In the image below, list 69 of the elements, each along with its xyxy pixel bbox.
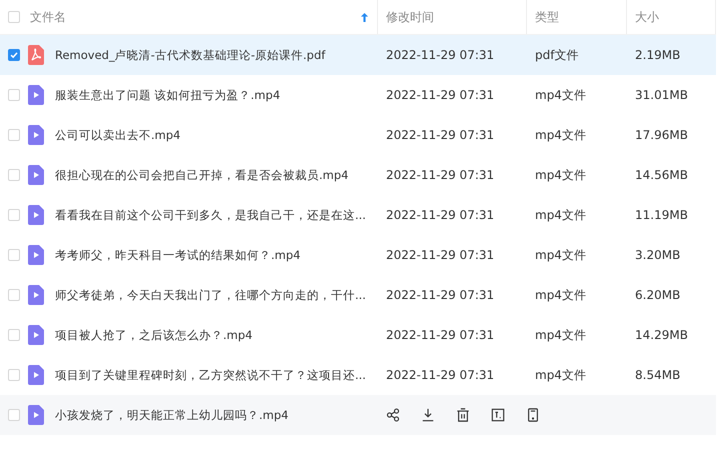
file-size: 14.29MB bbox=[635, 328, 688, 342]
file-type: mp4文件 bbox=[535, 368, 586, 382]
file-name[interactable]: 看看我在目前这个公司干到多久，是我自己干，还是在这... bbox=[55, 208, 366, 222]
row-checkbox[interactable] bbox=[8, 49, 20, 61]
modified-time: 2022-11-29 07:31 bbox=[386, 168, 494, 182]
share-icon[interactable] bbox=[386, 408, 400, 422]
file-name[interactable]: 很担心现在的公司会把自己开掉，看是否会被裁员.mp4 bbox=[55, 168, 348, 182]
modified-time: 2022-11-29 07:31 bbox=[386, 368, 494, 382]
video-file-icon bbox=[28, 125, 44, 145]
file-size: 6.20MB bbox=[635, 288, 680, 302]
delete-icon[interactable] bbox=[456, 408, 470, 422]
file-type: mp4文件 bbox=[535, 128, 586, 142]
file-type: mp4文件 bbox=[535, 288, 586, 302]
column-header[interactable]: 类型 bbox=[535, 8, 559, 26]
file-row[interactable]: 看看我在目前这个公司干到多久，是我自己干，还是在这... 2022-11-29 07:31 mp4文件 11.19MB bbox=[0, 195, 716, 235]
file-name[interactable]: Removed_卢晓清-古代术数基础理论-原始课件.pdf bbox=[55, 48, 326, 62]
file-row[interactable]: 很担心现在的公司会把自己开掉，看是否会被裁员.mp4 2022-11-29 07:31 mp4文件 14.56MB bbox=[0, 155, 716, 195]
modified-time: 2022-11-29 07:31 bbox=[386, 328, 494, 342]
video-file-icon bbox=[28, 205, 44, 225]
modified-time: 2022-11-29 07:31 bbox=[386, 208, 494, 222]
modified-time: 2022-11-29 07:31 bbox=[386, 248, 494, 262]
video-file-icon bbox=[28, 245, 44, 265]
pdf-file-icon bbox=[28, 45, 44, 65]
file-name[interactable]: 公司可以卖出去不.mp4 bbox=[55, 128, 180, 142]
video-file-icon bbox=[28, 405, 44, 425]
file-name[interactable]: 师父考徒弟，今天白天我出门了，往哪个方向走的，干什... bbox=[55, 288, 366, 302]
video-file-icon bbox=[28, 325, 44, 345]
select-all-checkbox[interactable] bbox=[8, 11, 20, 23]
file-size: 14.56MB bbox=[635, 168, 688, 182]
modified-time: 2022-11-29 07:31 bbox=[386, 288, 494, 302]
modified-time: 2022-11-29 07:31 bbox=[386, 88, 494, 102]
modified-time: 2022-11-29 07:31 bbox=[386, 128, 494, 142]
file-name[interactable]: 项目被人抢了，之后该怎么办？.mp4 bbox=[55, 328, 252, 342]
file-size: 8.54MB bbox=[635, 368, 680, 382]
column-header[interactable]: 文件名 bbox=[30, 8, 66, 26]
file-size: 31.01MB bbox=[635, 88, 688, 102]
file-type: mp4文件 bbox=[535, 168, 586, 182]
file-size: 3.20MB bbox=[635, 248, 680, 262]
file-row[interactable]: Removed_卢晓清-古代术数基础理论-原始课件.pdf 2022-11-29 07:31 pdf文件 2.19MB bbox=[0, 35, 716, 75]
file-row[interactable]: 小孩发烧了，明天能正常上幼儿园吗？.mp4 bbox=[0, 395, 716, 435]
file-type: mp4文件 bbox=[535, 248, 586, 262]
file-type: pdf文件 bbox=[535, 48, 578, 62]
file-name[interactable]: 考考师父，昨天科目一考试的结果如何？.mp4 bbox=[55, 248, 300, 262]
file-size: 11.19MB bbox=[635, 208, 688, 222]
file-size: 2.19MB bbox=[635, 48, 680, 62]
video-file-icon bbox=[28, 285, 44, 305]
file-type: mp4文件 bbox=[535, 88, 586, 102]
file-row[interactable]: 公司可以卖出去不.mp4 2022-11-29 07:31 mp4文件 17.96MB bbox=[0, 115, 716, 155]
video-file-icon bbox=[28, 165, 44, 185]
file-row[interactable]: 考考师父，昨天科目一考试的结果如何？.mp4 2022-11-29 07:31 mp4文件 3.20MB bbox=[0, 235, 716, 275]
file-type: mp4文件 bbox=[535, 208, 586, 222]
file-name[interactable]: 服装生意出了问题 该如何扭亏为盈？.mp4 bbox=[55, 88, 280, 102]
file-name[interactable]: 项目到了关键里程碑时刻，乙方突然说不干了？这项目还... bbox=[55, 368, 366, 382]
column-header[interactable]: 修改时间 bbox=[386, 8, 434, 26]
rename-icon[interactable] bbox=[491, 408, 505, 422]
video-file-icon bbox=[28, 365, 44, 385]
column-header[interactable]: 大小 bbox=[635, 8, 659, 26]
file-row[interactable]: 项目到了关键里程碑时刻，乙方突然说不干了？这项目还... 2022-11-29 07:31 mp4文件 8.54MB bbox=[0, 355, 716, 395]
video-file-icon bbox=[28, 85, 44, 105]
file-row[interactable]: 服装生意出了问题 该如何扭亏为盈？.mp4 2022-11-29 07:31 mp4文件 31.01MB bbox=[0, 75, 716, 115]
file-name[interactable]: 小孩发烧了，明天能正常上幼儿园吗？.mp4 bbox=[55, 408, 288, 422]
modified-time: 2022-11-29 07:31 bbox=[386, 48, 494, 62]
file-type: mp4文件 bbox=[535, 328, 586, 342]
file-row[interactable]: 项目被人抢了，之后该怎么办？.mp4 2022-11-29 07:31 mp4文件 14.29MB bbox=[0, 315, 716, 355]
sort-arrow-icon[interactable] bbox=[360, 12, 369, 22]
file-row[interactable]: 师父考徒弟，今天白天我出门了，往哪个方向走的，干什... 2022-11-29 07:31 mp4文件 6.20MB bbox=[0, 275, 716, 315]
download-icon[interactable] bbox=[421, 408, 435, 422]
more-icon[interactable] bbox=[526, 408, 540, 422]
file-size: 17.96MB bbox=[635, 128, 688, 142]
